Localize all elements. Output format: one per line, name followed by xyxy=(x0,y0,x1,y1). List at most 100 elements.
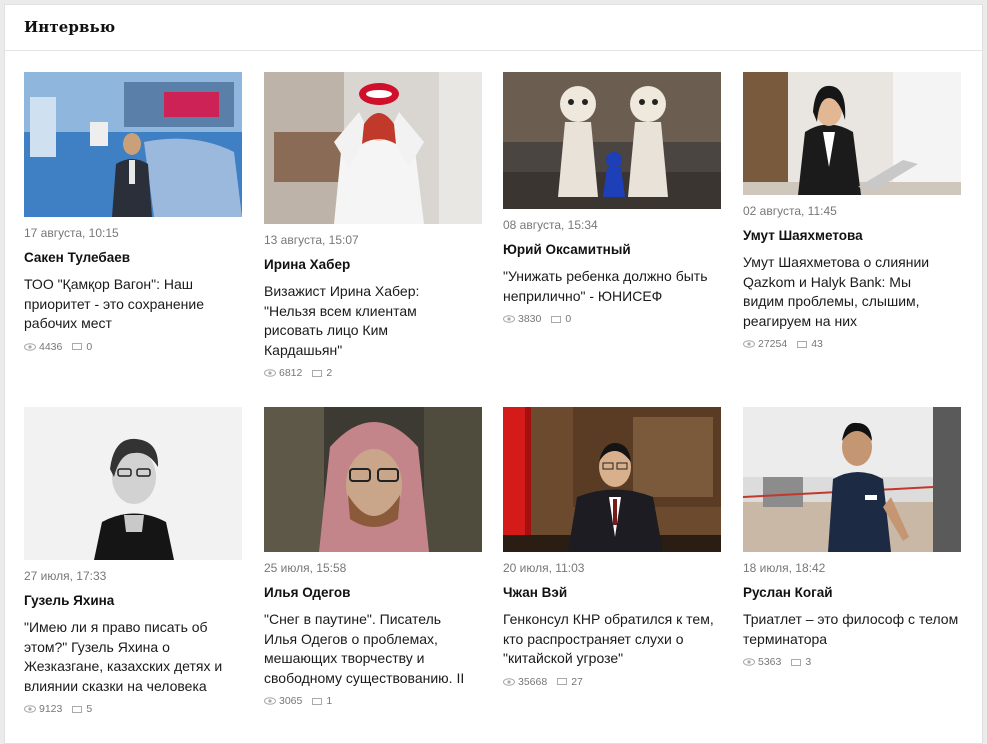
comments-count: 3 xyxy=(791,656,811,668)
eye-icon xyxy=(24,705,36,713)
comment-icon xyxy=(797,341,807,348)
photo-placeholder xyxy=(264,407,482,552)
views-count: 3830 xyxy=(503,313,541,325)
interview-card[interactable]: 13 августа, 15:07 Ирина Хабер Визажист И… xyxy=(264,72,482,380)
stats: 27254 43 xyxy=(743,337,961,351)
views-value: 3830 xyxy=(518,313,541,325)
person-name[interactable]: Гузель Яхина xyxy=(24,593,242,609)
headline-link[interactable]: "Имею ли я право писать об этом?" Гузель… xyxy=(24,618,242,696)
views-count: 27254 xyxy=(743,338,787,350)
eye-icon xyxy=(264,369,276,377)
comments-count: 0 xyxy=(72,341,92,353)
views-value: 5363 xyxy=(758,656,781,668)
publish-date: 13 августа, 15:07 xyxy=(264,233,482,247)
headline-link[interactable]: Генконсул КНР обратился к тем, кто распр… xyxy=(503,610,721,669)
comments-count: 43 xyxy=(797,338,823,350)
eye-icon xyxy=(503,315,515,323)
comments-value: 27 xyxy=(571,676,583,688)
publish-date: 20 июля, 11:03 xyxy=(503,561,721,575)
comments-value: 2 xyxy=(326,367,332,379)
interview-card[interactable]: 27 июля, 17:33 Гузель Яхина "Имею ли я п… xyxy=(24,407,242,716)
interview-card[interactable]: 25 июля, 15:58 Илья Одегов "Снег в паути… xyxy=(264,407,482,708)
comments-count: 5 xyxy=(72,703,92,715)
views-value: 9123 xyxy=(39,703,62,715)
publish-date: 08 августа, 15:34 xyxy=(503,218,721,232)
interview-card[interactable]: 08 августа, 15:34 Юрий Оксамитный "Унижа… xyxy=(503,72,721,326)
person-name[interactable]: Руслан Когай xyxy=(743,585,961,601)
headline-link[interactable]: "Унижать ребенка должно быть неприлично"… xyxy=(503,267,721,306)
views-count: 9123 xyxy=(24,703,62,715)
comment-icon xyxy=(791,659,801,666)
eye-icon xyxy=(264,697,276,705)
stats: 3830 0 xyxy=(503,312,721,326)
photo-placeholder xyxy=(743,72,961,195)
views-count: 3065 xyxy=(264,695,302,707)
views-value: 6812 xyxy=(279,367,302,379)
person-name[interactable]: Юрий Оксамитный xyxy=(503,242,721,258)
comment-icon xyxy=(312,370,322,377)
comments-value: 5 xyxy=(86,703,92,715)
comments-value: 0 xyxy=(565,313,571,325)
views-count: 35668 xyxy=(503,676,547,688)
interview-card[interactable]: 20 июля, 11:03 Чжан Вэй Генконсул КНР об… xyxy=(503,407,721,689)
interview-photo[interactable] xyxy=(24,407,242,560)
photo-placeholder xyxy=(503,407,721,552)
photo-placeholder xyxy=(24,407,242,560)
stats: 35668 27 xyxy=(503,675,721,689)
headline-link[interactable]: ТОО "Қамқор Вагон": Наш приоритет - это … xyxy=(24,275,242,334)
comment-icon xyxy=(312,698,322,705)
interview-card[interactable]: 17 августа, 10:15 Сакен Тулебаев ТОО "Қа… xyxy=(24,72,242,354)
publish-date: 17 августа, 10:15 xyxy=(24,226,242,240)
interview-photo[interactable] xyxy=(743,407,961,552)
person-name[interactable]: Умут Шаяхметова xyxy=(743,228,961,244)
comment-icon xyxy=(551,316,561,323)
headline-link[interactable]: "Снег в паутине". Писатель Илья Одегов о… xyxy=(264,610,482,688)
stats: 4436 0 xyxy=(24,340,242,354)
headline-link[interactable]: Визажист Ирина Хабер: "Нельзя всем клиен… xyxy=(264,282,482,360)
eye-icon xyxy=(503,678,515,686)
photo-placeholder xyxy=(24,72,242,217)
interview-photo[interactable] xyxy=(264,72,482,224)
interview-photo[interactable] xyxy=(503,407,721,552)
eye-icon xyxy=(743,340,755,348)
person-name[interactable]: Ирина Хабер xyxy=(264,257,482,273)
stats: 6812 2 xyxy=(264,366,482,380)
publish-date: 02 августа, 11:45 xyxy=(743,204,961,218)
eye-icon xyxy=(743,658,755,666)
stats: 3065 1 xyxy=(264,694,482,708)
person-name[interactable]: Чжан Вэй xyxy=(503,585,721,601)
photo-placeholder xyxy=(264,72,482,224)
views-count: 5363 xyxy=(743,656,781,668)
interview-photo[interactable] xyxy=(503,72,721,209)
publish-date: 25 июля, 15:58 xyxy=(264,561,482,575)
comments-value: 1 xyxy=(326,695,332,707)
views-value: 3065 xyxy=(279,695,302,707)
photo-placeholder xyxy=(743,407,961,552)
views-value: 27254 xyxy=(758,338,787,350)
comments-value: 43 xyxy=(811,338,823,350)
comments-count: 27 xyxy=(557,676,583,688)
views-count: 4436 xyxy=(24,341,62,353)
person-name[interactable]: Сакен Тулебаев xyxy=(24,250,242,266)
headline-link[interactable]: Триатлет – это философ с телом терминато… xyxy=(743,610,961,649)
headline-link[interactable]: Умут Шаяхметова о слиянии Qazkom и Halyk… xyxy=(743,253,961,331)
comments-value: 3 xyxy=(805,656,811,668)
publish-date: 27 июля, 17:33 xyxy=(24,569,242,583)
views-value: 35668 xyxy=(518,676,547,688)
comments-value: 0 xyxy=(86,341,92,353)
interview-photo[interactable] xyxy=(743,72,961,195)
publish-date: 18 июля, 18:42 xyxy=(743,561,961,575)
interview-card[interactable]: 02 августа, 11:45 Умут Шаяхметова Умут Ш… xyxy=(743,72,961,351)
comment-icon xyxy=(557,678,567,685)
person-name[interactable]: Илья Одегов xyxy=(264,585,482,601)
stats: 5363 3 xyxy=(743,655,961,669)
interview-photo[interactable] xyxy=(264,407,482,552)
interview-photo[interactable] xyxy=(24,72,242,217)
interviews-grid: 17 августа, 10:15 Сакен Тулебаев ТОО "Қа… xyxy=(0,0,987,728)
comments-count: 2 xyxy=(312,367,332,379)
comment-icon xyxy=(72,343,82,350)
eye-icon xyxy=(24,343,36,351)
interview-card[interactable]: 18 июля, 18:42 Руслан Когай Триатлет – э… xyxy=(743,407,961,669)
photo-placeholder xyxy=(503,72,721,209)
views-value: 4436 xyxy=(39,341,62,353)
